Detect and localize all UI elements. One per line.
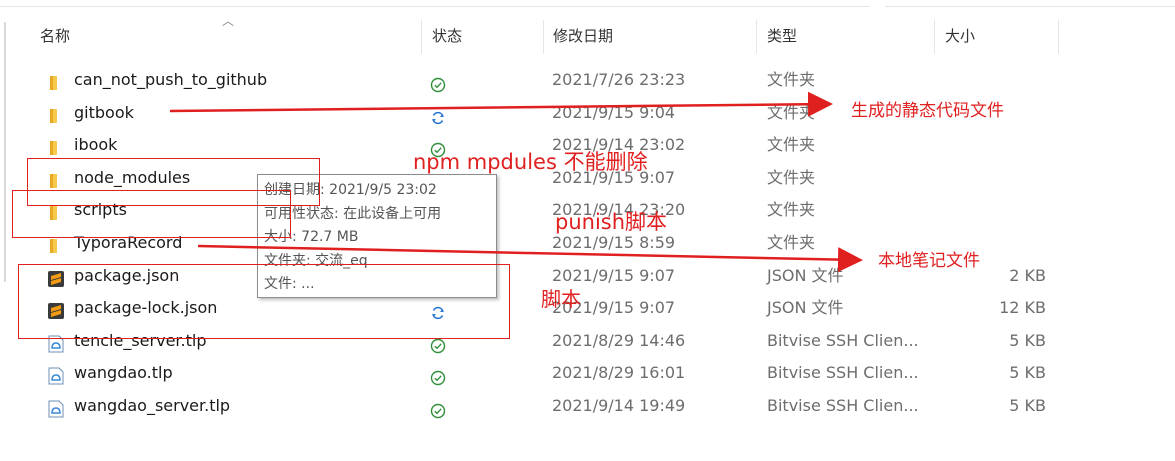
sync-complete-icon bbox=[430, 398, 446, 419]
file-type: 文件夹 bbox=[767, 135, 816, 155]
top-divider-right bbox=[885, 6, 1175, 7]
bitvise-file-icon bbox=[47, 397, 65, 418]
column-header-name[interactable]: 名称 bbox=[30, 18, 420, 56]
file-row[interactable]: wangdao.tlp 2021/8/29 16:01 Bitvise SSH Cl… bbox=[0, 357, 1100, 389]
file-type: JSON 文件 bbox=[767, 298, 844, 318]
column-header-status[interactable]: 状态 bbox=[422, 18, 542, 56]
column-header-type[interactable]: 类型 bbox=[757, 18, 933, 56]
bitvise-file-icon bbox=[47, 364, 65, 385]
file-modified-date: 2021/9/14 19:49 bbox=[552, 396, 686, 415]
file-type: 文件夹 bbox=[767, 167, 816, 187]
column-divider[interactable] bbox=[1058, 20, 1059, 54]
file-type: Bitvise SSH Clien... bbox=[767, 396, 919, 415]
file-type: Bitvise SSH Clien... bbox=[767, 363, 919, 383]
annotation-package: 脚本 bbox=[541, 287, 581, 311]
file-type: 文件夹 bbox=[767, 233, 816, 252]
annotation-box-package bbox=[18, 264, 510, 339]
file-type: 文件夹 bbox=[767, 102, 816, 122]
sync-complete-icon bbox=[430, 365, 446, 386]
file-modified-date: 2021/9/15 9:04 bbox=[552, 102, 676, 122]
sync-pending-icon bbox=[430, 105, 446, 124]
file-name[interactable]: gitbook bbox=[74, 97, 134, 129]
file-name[interactable]: wangdao.tlp bbox=[74, 357, 173, 389]
annotation-typora: 本地笔记文件 bbox=[878, 251, 980, 271]
column-header-row: ︿ 名称 状态 修改日期 类型 大小 bbox=[0, 14, 1060, 56]
folder-icon bbox=[47, 71, 65, 90]
annotation-gitbook: 生成的静态代码文件 bbox=[851, 101, 1004, 121]
file-size: 5 KB bbox=[1009, 363, 1046, 383]
top-divider bbox=[0, 6, 870, 7]
tooltip-availability: 可用性状态: 在此设备上可用 bbox=[264, 205, 442, 222]
annotation-node-modules: npm mpdules 不能删除 bbox=[413, 150, 648, 174]
column-header-modified[interactable]: 修改日期 bbox=[543, 18, 753, 56]
file-row[interactable]: can_not_push_to_github 2021/7/26 23:23 文件夹 bbox=[0, 64, 1100, 96]
file-size: 5 KB bbox=[1009, 330, 1046, 350]
file-name[interactable]: can_not_push_to_github bbox=[74, 64, 267, 96]
sync-complete-icon bbox=[430, 72, 446, 93]
annotation-box-scripts bbox=[12, 190, 291, 238]
file-name[interactable]: wangdao_server.tlp bbox=[74, 390, 230, 422]
tooltip-size: 大小: 72.7 MB bbox=[264, 229, 359, 245]
folder-icon bbox=[47, 104, 65, 123]
file-modified-date: 2021/7/26 23:23 bbox=[552, 70, 686, 89]
file-type: 文件夹 bbox=[767, 200, 816, 220]
annotation-scripts: punish脚本 bbox=[555, 210, 668, 234]
column-header-size[interactable]: 大小 bbox=[935, 18, 1059, 56]
file-name[interactable]: ibook bbox=[74, 129, 117, 161]
file-modified-date: 2021/8/29 14:46 bbox=[552, 330, 686, 350]
file-type: 文件夹 bbox=[767, 70, 816, 89]
file-row[interactable]: wangdao_server.tlp 2021/9/14 19:49 Bitvise… bbox=[0, 390, 1100, 422]
file-type: Bitvise SSH Clien... bbox=[767, 330, 919, 350]
file-size: 5 KB bbox=[1009, 396, 1046, 415]
file-type: JSON 文件 bbox=[767, 265, 844, 285]
file-modified-date: 2021/8/29 16:01 bbox=[552, 363, 686, 383]
folder-icon bbox=[47, 136, 65, 156]
file-size: 12 KB bbox=[999, 298, 1046, 318]
